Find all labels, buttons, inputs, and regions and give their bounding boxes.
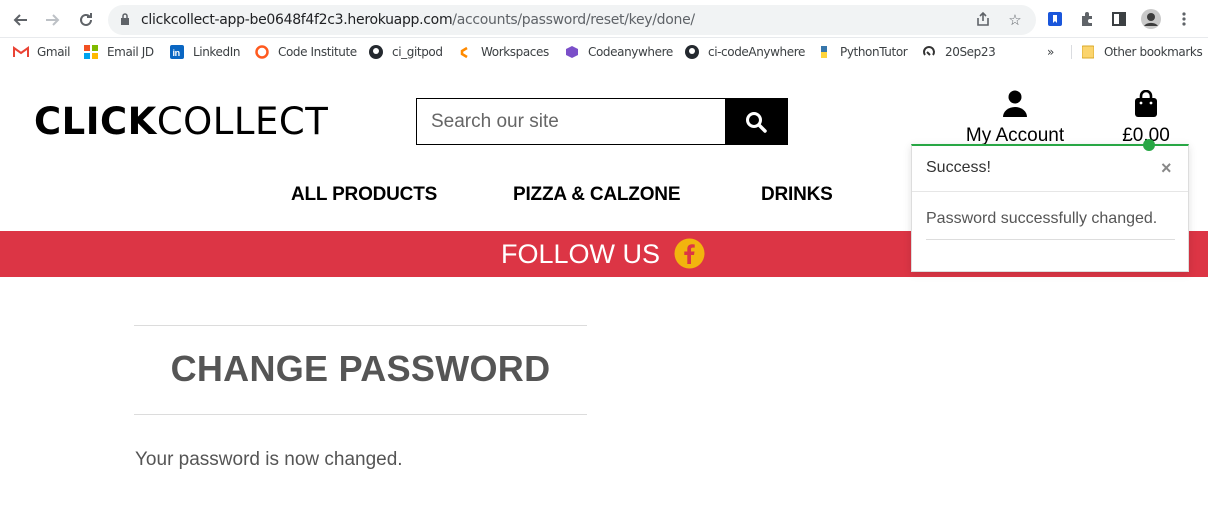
svg-text:in: in xyxy=(173,48,180,58)
bookmark-20sep23[interactable]: 20Sep23 xyxy=(921,43,996,61)
bookmark-pythontutor[interactable]: PythonTutor xyxy=(816,43,908,61)
codeanywhere-icon xyxy=(564,44,580,60)
toast-title: Success! xyxy=(926,159,991,176)
nav-pizza-calzone[interactable]: PIZZA & CALZONE xyxy=(513,184,680,206)
code-institute-icon xyxy=(254,44,270,60)
bookmark-label: Codeanywhere xyxy=(588,45,673,59)
folder-icon xyxy=(1080,44,1096,60)
lock-icon xyxy=(121,13,129,25)
microsoft-icon xyxy=(83,44,99,60)
bookmarks-divider xyxy=(1071,45,1072,59)
overflow-label: » xyxy=(1047,45,1054,59)
search-input[interactable] xyxy=(417,99,725,144)
bookmarks-overflow-button[interactable]: » xyxy=(1047,43,1054,61)
facebook-icon[interactable] xyxy=(674,238,705,269)
bookmarks-bar: Gmail Email JD in LinkedIn Code Institut… xyxy=(0,38,1208,66)
toast-close-button[interactable]: × xyxy=(1161,158,1172,179)
python-icon xyxy=(816,44,832,60)
other-bookmarks-folder[interactable]: Other bookmarks xyxy=(1080,43,1203,61)
bookmark-label: ci_gitpod xyxy=(392,45,443,59)
title-rule-top xyxy=(134,325,587,326)
bookmark-label: Workspaces xyxy=(481,45,549,59)
confirmation-message: Your password is now changed. xyxy=(135,449,403,470)
shopping-bag-icon xyxy=(1135,89,1157,117)
user-icon xyxy=(1003,90,1027,117)
bookmark-label: ci-codeAnywhere xyxy=(708,45,805,59)
search-icon xyxy=(746,111,767,133)
puzzle-extensions-icon[interactable] xyxy=(1077,9,1097,29)
profile-avatar[interactable] xyxy=(1141,9,1161,29)
bookmark-code-institute[interactable]: Code Institute xyxy=(254,43,357,61)
reload-icon[interactable] xyxy=(75,9,97,31)
gitpod-icon xyxy=(457,44,473,60)
url-text: clickcollect-app-be0648f4f2c3.herokuapp.… xyxy=(141,12,695,28)
site-logo[interactable]: CLICKCOLLECT xyxy=(34,100,328,143)
bookmark-codeanywhere[interactable]: Codeanywhere xyxy=(564,43,673,61)
forward-arrow-icon[interactable] xyxy=(42,9,64,31)
bookmark-ci-gitpod[interactable]: ci_gitpod xyxy=(368,43,443,61)
page-title: CHANGE PASSWORD xyxy=(170,348,551,389)
toast-divider xyxy=(926,239,1175,240)
extension-bookmark-icon[interactable] xyxy=(1045,9,1065,29)
gmail-icon xyxy=(13,44,29,60)
bookmark-label: PythonTutor xyxy=(840,45,908,59)
bookmark-ci-codeanywhere[interactable]: ci-codeAnywhere xyxy=(684,43,805,61)
success-toast: Success! × Password successfully changed… xyxy=(911,139,1189,272)
address-bar[interactable]: clickcollect-app-be0648f4f2c3.herokuapp.… xyxy=(108,5,1036,35)
star-icon[interactable]: ☆ xyxy=(1006,11,1024,29)
github-icon xyxy=(368,44,384,60)
bookmark-label: Gmail xyxy=(37,45,71,59)
side-panel-icon[interactable] xyxy=(1109,9,1129,29)
toast-message: Password successfully changed. xyxy=(926,210,1158,227)
bookmark-gmail[interactable]: Gmail xyxy=(13,43,70,61)
more-vertical-icon[interactable] xyxy=(1174,9,1194,29)
loop-icon xyxy=(921,44,937,60)
bookmark-label: Email JD xyxy=(107,45,154,59)
follow-us-text: FOLLOW US xyxy=(501,239,661,269)
browser-toolbar: clickcollect-app-be0648f4f2c3.herokuapp.… xyxy=(0,0,1208,38)
bookmark-label: Code Institute xyxy=(278,45,357,59)
bookmark-label: Other bookmarks xyxy=(1104,45,1203,59)
title-rule-bottom xyxy=(134,414,587,415)
bookmark-workspaces[interactable]: Workspaces xyxy=(457,43,549,61)
site-search-form xyxy=(416,98,788,145)
nav-drinks[interactable]: DRINKS xyxy=(761,184,833,206)
search-button[interactable] xyxy=(725,99,787,144)
bookmark-email-jd[interactable]: Email JD xyxy=(83,43,154,61)
github-icon xyxy=(684,44,700,60)
nav-all-products[interactable]: ALL PRODUCTS xyxy=(291,184,437,206)
bookmark-label: 20Sep23 xyxy=(945,45,996,59)
linkedin-icon: in xyxy=(169,44,185,60)
toast-header: Success! × xyxy=(912,146,1188,192)
back-arrow-icon[interactable] xyxy=(9,9,31,31)
share-icon[interactable] xyxy=(974,11,992,29)
my-account-link[interactable]: My Account xyxy=(960,90,1070,147)
bookmark-label: LinkedIn xyxy=(193,45,241,59)
bookmark-linkedin[interactable]: in LinkedIn xyxy=(169,43,240,61)
